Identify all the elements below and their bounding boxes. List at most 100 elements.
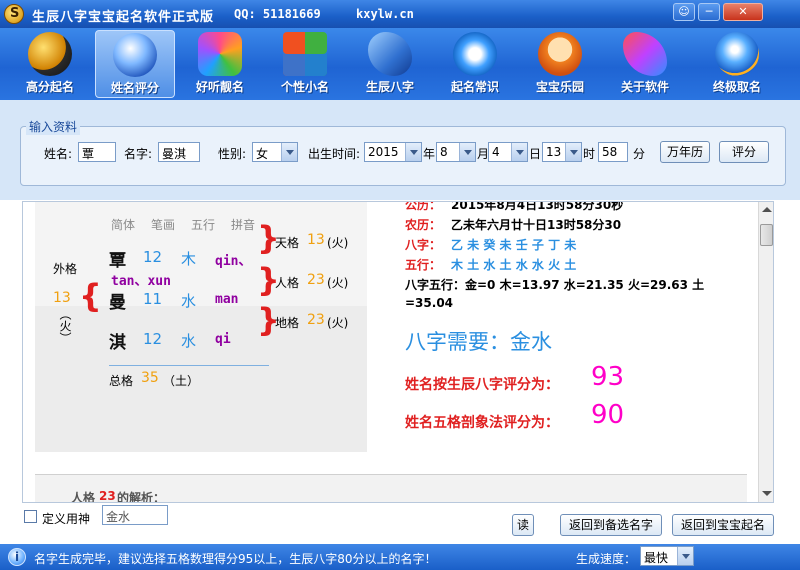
skin-button[interactable]: ☺ xyxy=(673,3,695,21)
toolbar-item-baby-park[interactable]: 宝宝乐园 xyxy=(520,30,600,98)
window-title: 生辰八字宝宝起名软件正式版 xyxy=(32,10,215,25)
char-3: 淇 xyxy=(109,333,126,353)
back-to-list-button[interactable]: 返回到备选名字 xyxy=(560,514,662,536)
renge-detail-suffix: 的解析： xyxy=(117,491,166,503)
calendar-button[interactable]: 万年历 xyxy=(660,141,710,163)
header-strokes: 笔画 xyxy=(151,218,176,232)
zongge-value: 35 xyxy=(141,370,159,386)
minimize-button[interactable]: ─ xyxy=(698,3,720,21)
tiange-value: 13 xyxy=(307,232,325,248)
char-1: 覃 xyxy=(109,251,126,271)
toolbar-item-about[interactable]: 关于软件 xyxy=(605,30,685,98)
result-panel: 简体 笔画 五行 拼音 覃 12 木 qin、 tan、xun 曼 11 水 m… xyxy=(22,201,774,503)
butterfly-icon xyxy=(368,32,412,76)
zongge-label: 总格 xyxy=(109,374,134,388)
minute-unit: 分 xyxy=(633,147,646,161)
char-2-element: 水 xyxy=(181,292,197,310)
year-select[interactable]: 2015 xyxy=(364,142,422,162)
status-bar: 名字生成完毕，建议选择五格数理得分95以上，生辰八字80分以上的名字！ 生成速度… xyxy=(0,544,800,570)
hour-unit: 时 xyxy=(583,147,596,161)
char-1-strokes: 12 xyxy=(143,248,163,266)
zongge-element: （土） xyxy=(163,374,200,388)
bazi-score-label: 姓名按生辰八字评分为： xyxy=(405,377,559,393)
scroll-down-icon[interactable] xyxy=(762,491,772,496)
nongli-label: 农历： xyxy=(405,218,442,232)
nongli-value: 乙未年六月廿十日13时58分30 xyxy=(451,218,622,232)
chevron-down-icon xyxy=(677,547,693,565)
scroll-up-icon[interactable] xyxy=(762,207,772,212)
char-1-element: 木 xyxy=(181,250,197,268)
name-input[interactable]: 曼淇 xyxy=(158,142,200,162)
header-element: 五行 xyxy=(191,218,216,232)
toolbar-item-ultimate-naming[interactable]: 终极取名 xyxy=(697,30,777,98)
read-button[interactable]: 读 xyxy=(512,514,534,536)
char-1-pinyin-alt: tan、xun xyxy=(111,274,171,289)
hour-select[interactable]: 13 xyxy=(542,142,582,162)
toolbar-item-name-score[interactable]: 姓名评分 xyxy=(95,30,175,98)
renge-detail-num: 23 xyxy=(99,489,116,503)
custom-yongshen-label: 定义用神 xyxy=(42,512,91,526)
bazi-value: 乙 未 癸 未 壬 子 丁 未 xyxy=(451,238,577,252)
speed-label: 生成速度： xyxy=(576,552,637,566)
char-2-pinyin: man xyxy=(215,292,239,307)
char-3-pinyin: qi xyxy=(215,332,231,347)
app-logo-icon xyxy=(4,4,24,24)
speed-select[interactable]: 最快 xyxy=(640,546,694,566)
title-bar: 生辰八字宝宝起名软件正式版 QQ: 51181669 kxylw.cn ☺ ─ … xyxy=(0,0,800,28)
waige-bracket: { xyxy=(79,277,102,315)
gender-label: 性别: xyxy=(218,147,247,161)
toolbar-item-bazi[interactable]: 生辰八字 xyxy=(350,30,430,98)
chevron-down-icon xyxy=(459,143,475,161)
ie-swirl-icon xyxy=(453,32,497,76)
scroll-thumb[interactable] xyxy=(760,224,773,246)
tiange-label: 天格 xyxy=(275,236,300,250)
chevron-down-icon xyxy=(405,143,421,161)
header-pinyin: 拼音 xyxy=(231,218,256,232)
vertical-scrollbar[interactable] xyxy=(758,202,773,502)
wuge-analysis-box: 简体 笔画 五行 拼音 覃 12 木 qin、 tan、xun 曼 11 水 m… xyxy=(35,202,367,452)
day-unit: 日 xyxy=(529,147,542,161)
month-select[interactable]: 8 xyxy=(436,142,476,162)
toolbar-item-nickname[interactable]: 个性小名 xyxy=(265,30,345,98)
surname-input[interactable]: 覃 xyxy=(78,142,116,162)
status-message: 名字生成完毕，建议选择五格数理得分95以上，生辰八字80分以上的名字！ xyxy=(34,552,437,566)
name-label: 名字: xyxy=(124,147,153,161)
score-button[interactable]: 评分 xyxy=(719,141,769,163)
toolbar-item-nice-names[interactable]: 好听靓名 xyxy=(180,30,260,98)
char-3-strokes: 12 xyxy=(143,330,163,348)
windows-icon xyxy=(283,32,327,76)
wuxing-count-line2: =35.04 xyxy=(405,296,454,310)
detail-box: 人格 23 的解析： xyxy=(35,474,747,503)
toolbar-item-high-score-naming[interactable]: 高分起名 xyxy=(10,30,90,98)
close-button[interactable]: ✕ xyxy=(723,3,763,21)
wuxing-label: 五行： xyxy=(405,258,442,272)
baby-icon xyxy=(538,32,582,76)
dige-label: 地格 xyxy=(275,316,300,330)
wuge-score: 90 xyxy=(591,400,625,430)
main-toolbar: 高分起名 姓名评分 好听靓名 个性小名 生辰八字 起名常识 宝宝乐园 关于软件 … xyxy=(0,28,800,100)
website-text: kxylw.cn xyxy=(356,7,414,21)
bazi-need: 八字需要：金水 xyxy=(405,330,552,354)
tiange-element: (火) xyxy=(327,236,349,250)
renge-element: (火) xyxy=(327,276,349,290)
dige-element: (火) xyxy=(327,316,349,330)
renge-value: 23 xyxy=(307,272,325,288)
toolbar-item-naming-knowledge[interactable]: 起名常识 xyxy=(435,30,515,98)
custom-yongshen-input[interactable]: 金水 xyxy=(102,505,168,525)
input-legend: 输入资料 xyxy=(26,118,81,135)
gongli-value: 2015年8月4日13时58分30秒 xyxy=(451,201,624,212)
back-to-naming-button[interactable]: 返回到宝宝起名 xyxy=(672,514,774,536)
wuge-score-label: 姓名五格剖象法评分为： xyxy=(405,415,559,431)
gender-select[interactable]: 女 xyxy=(252,142,298,162)
ie-globe-icon xyxy=(715,32,759,76)
custom-yongshen-checkbox[interactable] xyxy=(24,510,37,523)
minute-input[interactable]: 58 xyxy=(598,142,628,162)
chevron-down-icon xyxy=(281,143,297,161)
globe-icon xyxy=(113,33,157,77)
char-1-pinyin: qin、 xyxy=(215,254,252,269)
day-select[interactable]: 4 xyxy=(488,142,528,162)
bazi-box: 公历： 2015年8月4日13时58分30秒 农历： 乙未年六月廿十日13时58… xyxy=(367,202,747,452)
header-simplified: 简体 xyxy=(111,218,136,232)
char-2-strokes: 11 xyxy=(143,290,163,308)
qq-number: QQ: 51181669 xyxy=(234,7,321,21)
